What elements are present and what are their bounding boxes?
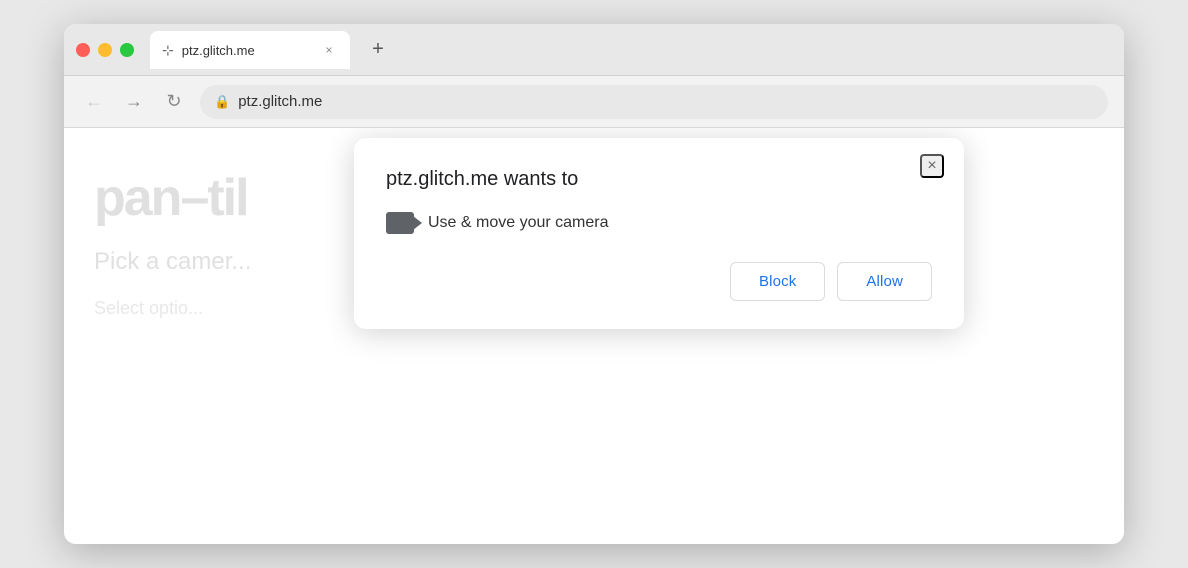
forward-button[interactable]: →: [120, 88, 148, 116]
popup-actions: Block Allow: [386, 262, 932, 301]
address-bar[interactable]: 🔒 ptz.glitch.me: [200, 85, 1108, 119]
back-button[interactable]: ←: [80, 88, 108, 116]
camera-icon: [386, 212, 414, 234]
browser-tab[interactable]: ⊹ ptz.glitch.me ×: [150, 31, 350, 69]
new-tab-button[interactable]: +: [362, 34, 394, 66]
nav-bar: ← → ↻ 🔒 ptz.glitch.me: [64, 76, 1124, 128]
popup-permission-row: Use & move your camera: [386, 212, 932, 234]
close-window-button[interactable]: [76, 43, 90, 57]
allow-button[interactable]: Allow: [837, 262, 932, 301]
lock-icon: 🔒: [214, 94, 230, 110]
minimize-window-button[interactable]: [98, 43, 112, 57]
block-button[interactable]: Block: [730, 262, 825, 301]
popup-title: ptz.glitch.me wants to: [386, 166, 932, 192]
browser-window: ⊹ ptz.glitch.me × + ← → ↻ 🔒 ptz.glitch.m…: [64, 24, 1124, 544]
address-text: ptz.glitch.me: [238, 93, 322, 110]
title-bar: ⊹ ptz.glitch.me × +: [64, 24, 1124, 76]
reload-button[interactable]: ↻: [160, 88, 188, 116]
permission-text: Use & move your camera: [428, 214, 609, 232]
maximize-window-button[interactable]: [120, 43, 134, 57]
page-bg-text1: pan–til: [94, 168, 248, 228]
page-content: pan–til Pick a camer... Select optio... …: [64, 128, 1124, 544]
page-bg-text3: Select optio...: [94, 298, 203, 319]
popup-close-button[interactable]: ×: [920, 154, 944, 178]
tab-title: ptz.glitch.me: [182, 43, 312, 58]
permission-popup: × ptz.glitch.me wants to Use & move your…: [354, 138, 964, 329]
tab-drag-icon: ⊹: [162, 42, 174, 59]
tab-close-button[interactable]: ×: [320, 41, 338, 59]
page-bg-text2: Pick a camer...: [94, 248, 251, 276]
traffic-lights: [76, 43, 134, 57]
